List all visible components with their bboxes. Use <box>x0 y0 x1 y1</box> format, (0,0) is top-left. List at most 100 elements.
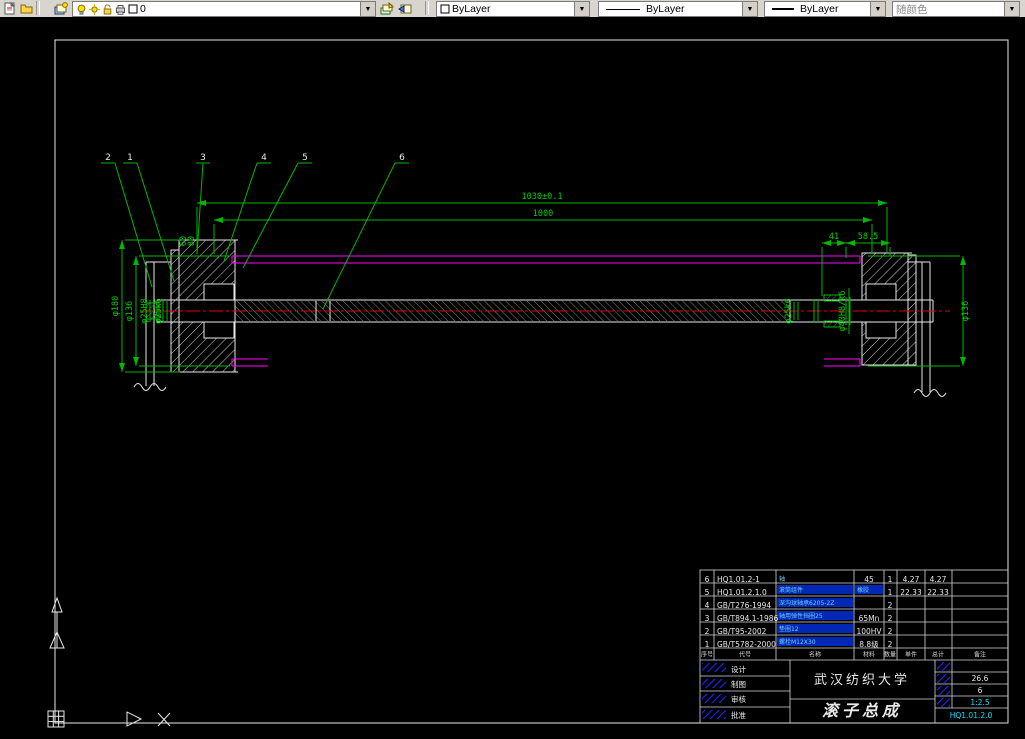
part-qty: 2 <box>888 640 893 649</box>
layer-make-current-button[interactable] <box>378 0 395 16</box>
scale-value: 1:2.5 <box>970 698 989 707</box>
lightbulb-icon <box>77 4 86 15</box>
part-code: GB/T95-2002 <box>717 627 767 636</box>
part-unit-weight: 22.33 <box>900 588 922 597</box>
sun-icon <box>89 3 100 15</box>
part-qty: 2 <box>888 601 893 610</box>
signature-area: 设计 制图 审核 批准 <box>702 663 746 720</box>
part-code: HQ1.01.2-1 <box>717 575 760 584</box>
drawing-title: 滚子总成 <box>822 701 902 720</box>
part-qty: 2 <box>888 614 893 623</box>
header-unit: 单件 <box>905 651 917 659</box>
part-no: 5 <box>705 588 710 597</box>
layer-current-icon <box>380 1 394 14</box>
folder-icon <box>20 4 33 14</box>
header-no: 序号 <box>701 651 713 659</box>
header-material: 材料 <box>863 651 875 659</box>
linetype-value-label: ByLayer <box>646 3 685 15</box>
part-material: 45 <box>864 575 874 584</box>
dimension-lines <box>119 200 966 373</box>
part-name: 螺栓M12X30 <box>779 638 816 646</box>
color-combo[interactable]: ByLayer ▼ <box>436 1 590 17</box>
callout-1: 1 <box>127 153 133 163</box>
header-qty: 数量 <box>884 651 896 659</box>
callout-3: 3 <box>200 153 206 163</box>
model-space-canvas[interactable]: 1030±0.1 1000 41 58.5 60 80 φ180 φ136 φ2… <box>0 17 1025 734</box>
part-name: 滚筒组件 <box>779 586 803 594</box>
dim-fit25h8: φ25H8 <box>140 298 150 324</box>
sign-row-label: 制图 <box>731 679 746 689</box>
color-swatch-icon <box>440 4 450 14</box>
cross-marker <box>157 712 171 727</box>
part-material: 8.8级 <box>859 639 879 649</box>
lock-icon <box>103 3 112 14</box>
part-total-weight: 4.27 <box>930 575 947 584</box>
weight-value: 26.6 <box>972 674 989 683</box>
grid-origin-marker <box>47 710 65 728</box>
sign-row-label: 设计 <box>731 664 746 674</box>
part-code: GB/T894.1-1986 <box>717 614 779 623</box>
dim-41: 41 <box>829 232 839 242</box>
cad-drawing: 1030±0.1 1000 41 58.5 60 80 φ180 φ136 φ2… <box>47 39 1009 728</box>
dim-fit40h8: φ40H8/k6 <box>838 291 848 332</box>
open-file-button[interactable] <box>18 0 35 16</box>
part-total-weight: 22.33 <box>927 588 949 597</box>
dropdown-arrow-icon[interactable]: ▼ <box>574 2 589 16</box>
part-material: 橡胶 <box>857 586 869 594</box>
layers-icon <box>54 1 68 14</box>
dim-80: 80 <box>187 236 197 246</box>
part-no: 2 <box>705 627 710 636</box>
sheet-count: 6 <box>978 686 983 695</box>
linetype-combo[interactable]: ByLayer ▼ <box>598 1 758 17</box>
lineweight-combo[interactable]: ByLayer ▼ <box>764 1 886 17</box>
lineweight-sample-icon <box>772 8 794 10</box>
callout-4: 4 <box>261 153 267 163</box>
dim-fit25k6: φ25k6 <box>154 298 164 324</box>
dropdown-arrow-icon[interactable]: ▼ <box>1004 2 1019 16</box>
part-name: 深沟球轴承6205-2Z <box>779 599 834 607</box>
part-material: 65Mn <box>859 614 880 623</box>
part-code: GB/T276-1994 <box>717 601 771 610</box>
callout-5: 5 <box>302 153 308 163</box>
part-no: 4 <box>705 601 710 610</box>
dim-overall: 1030±0.1 <box>522 192 563 202</box>
header-code: 代号 <box>739 651 751 659</box>
layer-properties-button[interactable] <box>52 0 69 16</box>
part-no: 6 <box>705 575 710 584</box>
header-remark: 备注 <box>974 651 986 659</box>
part-code: GB/T5782-2000 <box>717 640 776 649</box>
parts-list-header: 序号 代号 名称 材料 数量 单件 总计 备注 <box>701 651 986 659</box>
dropdown-arrow-icon[interactable]: ▼ <box>870 2 885 16</box>
part-code: HQ1.01.2.1.0 <box>717 588 767 597</box>
part-name: 轴用弹性挡圈25 <box>779 612 823 620</box>
part-material: 100HV <box>856 627 882 636</box>
toolbar-separator <box>36 1 40 15</box>
layer-previous-icon <box>397 4 411 13</box>
toolbar-separator <box>425 1 429 15</box>
callout-2: 2 <box>105 153 111 163</box>
dropdown-arrow-icon[interactable]: ▼ <box>742 2 757 16</box>
dim-dia136-left: φ136 <box>125 301 135 321</box>
part-qty: 1 <box>888 575 893 584</box>
color-value-label: ByLayer <box>452 3 491 15</box>
part-no: 1 <box>705 640 710 649</box>
plot-style-combo[interactable]: 随颜色 ▼ <box>892 1 1020 17</box>
new-drawing-button[interactable] <box>1 0 18 16</box>
plot-style-value-label: 随颜色 <box>896 3 928 16</box>
layer-combo[interactable]: 0 ▼ <box>72 1 376 17</box>
parts-list: 6 HQ1.01.2-1 轴 45 1 4.27 4.27 5 HQ1.01.2… <box>705 575 949 649</box>
current-layer-label: 0 <box>140 3 146 15</box>
top-toolbar: 0 ▼ ByLayer ▼ ByLayer ▼ ByLayer ▼ 随颜色 ▼ <box>0 0 1025 18</box>
dropdown-arrow-icon[interactable]: ▼ <box>360 2 375 16</box>
dim-58-5: 58.5 <box>858 232 878 242</box>
part-callouts: 2 1 3 4 5 6 <box>101 153 409 310</box>
part-unit-weight: 4.27 <box>903 575 920 584</box>
title-block: 6 HQ1.01.2-1 轴 45 1 4.27 4.27 5 HQ1.01.2… <box>699 569 1009 724</box>
part-qty: 2 <box>888 627 893 636</box>
section-arrow-marker <box>126 711 143 727</box>
dim-dia180: φ180 <box>111 296 121 316</box>
layer-previous-button[interactable] <box>396 0 413 16</box>
part-no: 3 <box>705 614 710 623</box>
header-total: 总计 <box>932 651 944 659</box>
sign-row-label: 批准 <box>731 710 746 720</box>
